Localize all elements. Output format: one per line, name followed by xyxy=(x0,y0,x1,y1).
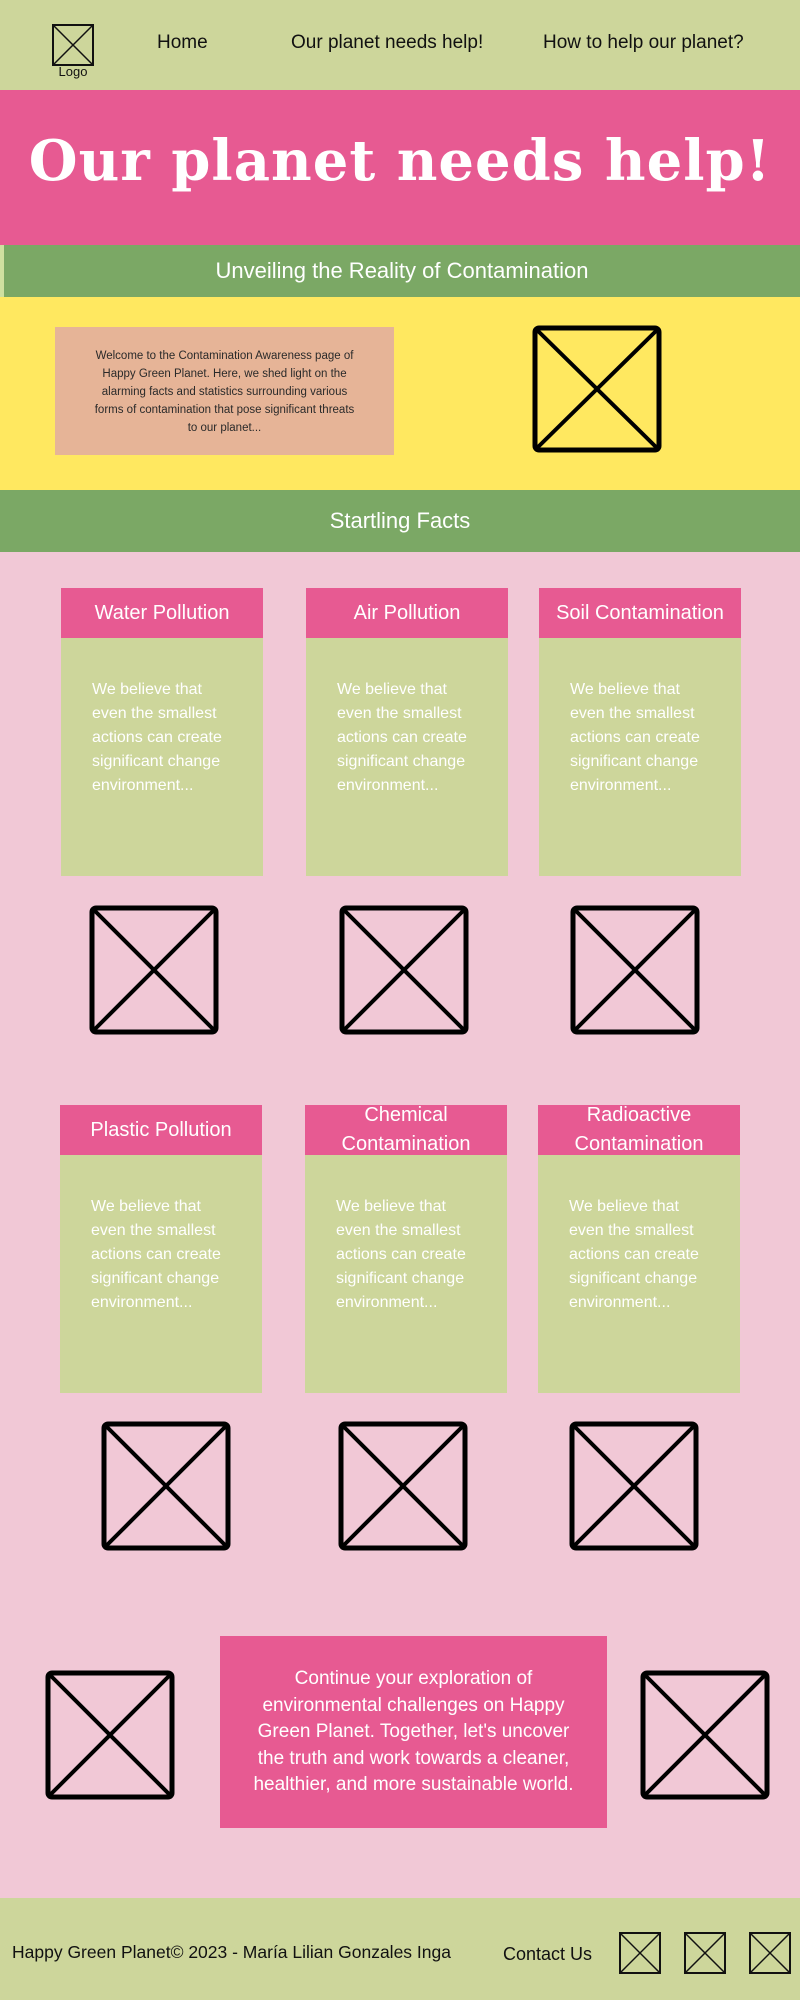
card-title-soil-contamination: Soil Contamination xyxy=(539,588,741,638)
card-title-chemical-contamination: Chemical Contamination xyxy=(305,1104,507,1155)
nav-home-link[interactable]: Home xyxy=(157,32,208,54)
card-body-soil-contamination: We believe that even the smallest action… xyxy=(539,638,741,876)
section-heading-contamination: Unveiling the Reality of Contamination xyxy=(0,245,800,297)
social-icon-placeholder-3[interactable] xyxy=(749,1932,791,1974)
cta-box: Continue your exploration of environment… xyxy=(220,1636,607,1828)
card-body-air-pollution: We believe that even the smallest action… xyxy=(306,638,508,876)
plastic-pollution-image-placeholder xyxy=(101,1421,231,1551)
social-icon-placeholder-1[interactable] xyxy=(619,1932,661,1974)
card-body-radioactive-contamination: We believe that even the smallest action… xyxy=(538,1155,740,1393)
hero-title: Our planet needs help! xyxy=(28,128,772,194)
card-title-water-pollution: Water Pollution xyxy=(61,588,263,638)
radioactive-contamination-image-placeholder xyxy=(569,1421,699,1551)
soil-contamination-image-placeholder xyxy=(570,905,700,1035)
section-heading-startling-facts: Startling Facts xyxy=(0,490,800,552)
right-decor-image-placeholder xyxy=(640,1670,770,1800)
intro-image-placeholder xyxy=(532,325,662,453)
footer-copyright: Happy Green Planet© 2023 - María Lilian … xyxy=(12,1942,451,1962)
logo-label: Logo xyxy=(58,64,88,79)
card-title-plastic-pollution: Plastic Pollution xyxy=(60,1105,262,1155)
card-body-plastic-pollution: We believe that even the smallest action… xyxy=(60,1155,262,1393)
left-decor-image-placeholder xyxy=(45,1670,175,1800)
card-title-air-pollution: Air Pollution xyxy=(306,588,508,638)
nav-planet-needs-help-link[interactable]: Our planet needs help! xyxy=(291,32,483,54)
chemical-contamination-image-placeholder xyxy=(338,1421,468,1551)
card-body-chemical-contamination: We believe that even the smallest action… xyxy=(305,1155,507,1393)
water-pollution-image-placeholder xyxy=(89,905,219,1035)
air-pollution-image-placeholder xyxy=(339,905,469,1035)
logo-image-placeholder[interactable] xyxy=(52,24,94,66)
social-icon-placeholder-2[interactable] xyxy=(684,1932,726,1974)
contact-us-link[interactable]: Contact Us xyxy=(503,1944,592,1965)
card-title-radioactive-contamination: Radioactive Contamination xyxy=(538,1104,740,1155)
nav-how-to-help-link[interactable]: How to help our planet? xyxy=(543,32,744,54)
card-body-water-pollution: We believe that even the smallest action… xyxy=(61,638,263,876)
intro-text-box: Welcome to the Contamination Awareness p… xyxy=(55,327,394,455)
